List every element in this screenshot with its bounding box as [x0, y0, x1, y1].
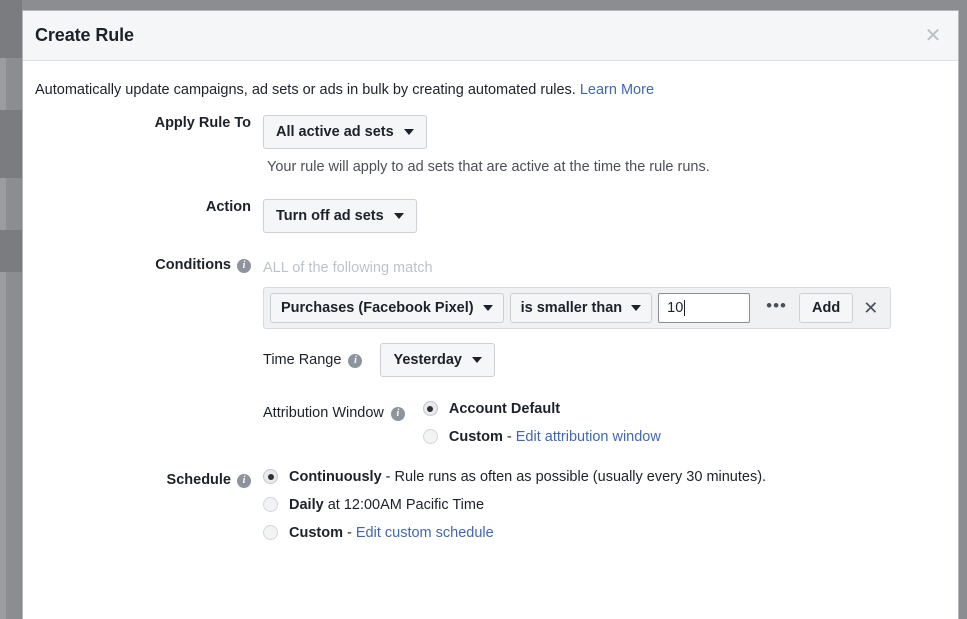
- conditions-label-text: Conditions: [155, 256, 231, 273]
- condition-operator-dropdown[interactable]: is smaller than: [509, 292, 653, 323]
- condition-row: Purchases (Facebook Pixel) is smaller th…: [263, 286, 892, 329]
- condition-value-text: 10: [667, 299, 684, 316]
- condition-metric-value: Purchases (Facebook Pixel): [281, 299, 474, 316]
- create-rule-dialog: Create Rule ✕ Automatically update campa…: [22, 10, 959, 619]
- backdrop-stripe: [0, 0, 22, 58]
- backdrop-edge: [0, 0, 6, 619]
- chevron-down-icon: [403, 128, 414, 135]
- edit-attribution-window-link[interactable]: Edit attribution window: [516, 429, 661, 445]
- radio-icon[interactable]: [263, 525, 278, 541]
- chevron-down-icon: [482, 304, 493, 311]
- intro-text: Automatically update campaigns, ad sets …: [35, 81, 946, 101]
- apply-rule-to-row: Apply Rule To All active ad sets Your ru…: [35, 114, 946, 175]
- close-icon[interactable]: ✕: [922, 25, 944, 47]
- schedule-option-label: Daily at 12:00AM Pacific Time: [289, 497, 484, 513]
- schedule-option-rest: -: [342, 524, 356, 541]
- condition-metric-dropdown[interactable]: Purchases (Facebook Pixel): [270, 292, 504, 323]
- action-row: Action Turn off ad sets: [35, 198, 946, 233]
- action-dropdown[interactable]: Turn off ad sets: [263, 198, 417, 233]
- action-label: Action: [35, 199, 263, 215]
- schedule-option-daily[interactable]: Daily at 12:00AM Pacific Time: [263, 497, 946, 513]
- time-range-dropdown[interactable]: Yesterday: [380, 342, 495, 377]
- schedule-option-strong: Daily: [289, 496, 324, 513]
- attribution-option-account-default[interactable]: Account Default: [422, 401, 661, 417]
- conditions-label: Conditions i: [35, 257, 263, 273]
- backdrop-stripe: [0, 110, 22, 178]
- chevron-down-icon: [631, 304, 642, 311]
- attribution-option-strong: Custom: [448, 428, 503, 445]
- schedule-row: Schedule i Continuously - Rule runs as o…: [35, 469, 946, 541]
- attribution-option-custom[interactable]: Custom - Edit attribution window: [422, 429, 661, 445]
- radio-icon[interactable]: [422, 401, 438, 417]
- dialog-header: Create Rule ✕: [23, 11, 958, 61]
- attribution-option-rest: -: [502, 428, 516, 445]
- radio-icon[interactable]: [263, 497, 278, 513]
- add-condition-button[interactable]: Add: [799, 292, 854, 323]
- info-icon[interactable]: i: [237, 258, 251, 273]
- apply-rule-to-label: Apply Rule To: [35, 115, 263, 131]
- info-icon[interactable]: i: [237, 473, 251, 488]
- schedule-option-strong: Custom: [289, 524, 343, 541]
- schedule-option-rest: at 12:00AM Pacific Time: [323, 496, 485, 513]
- radio-icon[interactable]: [422, 429, 438, 445]
- schedule-label-text: Schedule: [166, 471, 231, 488]
- attribution-option-label: Account Default: [449, 401, 560, 417]
- backdrop-stripe: [0, 230, 22, 272]
- radio-icon[interactable]: [263, 469, 278, 485]
- attribution-window-options: Account Default Custom - Edit attributio…: [422, 401, 661, 445]
- condition-value-input[interactable]: 10: [658, 292, 751, 323]
- schedule-options: Continuously - Rule runs as often as pos…: [263, 469, 946, 541]
- conditions-row: Conditions i ALL of the following match …: [35, 257, 946, 445]
- apply-rule-to-field: All active ad sets Your rule will apply …: [263, 114, 946, 175]
- attribution-option-strong: Account Default: [448, 400, 561, 417]
- attribution-window-label-text: Attribution Window: [263, 404, 384, 421]
- time-range-row: Time Range i Yesterday: [263, 342, 946, 377]
- time-range-label: Time Range: [263, 351, 342, 368]
- attribution-option-label: Custom - Edit attribution window: [449, 429, 661, 445]
- schedule-option-strong: Continuously: [289, 468, 382, 485]
- attribution-window-row: Attribution Window i Account Default Cus…: [263, 401, 946, 445]
- dialog-body: Automatically update campaigns, ad sets …: [23, 61, 958, 541]
- condition-operator-value: is smaller than: [520, 299, 623, 316]
- conditions-match-mode: ALL of the following match: [263, 259, 433, 276]
- remove-condition-icon[interactable]: ✕: [853, 299, 884, 317]
- schedule-option-custom[interactable]: Custom - Edit custom schedule: [263, 525, 946, 541]
- chevron-down-icon: [471, 356, 482, 363]
- schedule-label: Schedule i: [35, 469, 263, 491]
- chevron-down-icon: [393, 212, 404, 219]
- apply-rule-to-help: Your rule will apply to ad sets that are…: [267, 158, 710, 175]
- intro-sentence: Automatically update campaigns, ad sets …: [35, 82, 576, 98]
- schedule-option-rest: - Rule runs as often as possible (usuall…: [381, 468, 767, 485]
- learn-more-link[interactable]: Learn More: [580, 82, 654, 98]
- conditions-field: ALL of the following match Purchases (Fa…: [263, 257, 946, 445]
- apply-rule-to-label-text: Apply Rule To: [154, 114, 251, 131]
- apply-rule-to-value: All active ad sets: [276, 123, 394, 140]
- schedule-option-continuously[interactable]: Continuously - Rule runs as often as pos…: [263, 469, 946, 485]
- text-cursor: [684, 299, 686, 316]
- edit-custom-schedule-link[interactable]: Edit custom schedule: [356, 525, 494, 541]
- condition-more-options-icon[interactable]: •••: [760, 297, 793, 314]
- info-icon[interactable]: i: [390, 406, 405, 421]
- action-value: Turn off ad sets: [276, 207, 384, 224]
- action-field: Turn off ad sets: [263, 198, 946, 233]
- schedule-option-label: Custom - Edit custom schedule: [289, 525, 494, 541]
- page-title: Create Rule: [35, 25, 134, 45]
- time-range-value: Yesterday: [393, 351, 462, 368]
- attribution-window-label: Attribution Window i: [263, 401, 405, 421]
- info-icon[interactable]: i: [348, 353, 363, 368]
- action-label-text: Action: [205, 198, 251, 215]
- schedule-option-label: Continuously - Rule runs as often as pos…: [289, 469, 766, 485]
- apply-rule-to-dropdown[interactable]: All active ad sets: [263, 114, 427, 149]
